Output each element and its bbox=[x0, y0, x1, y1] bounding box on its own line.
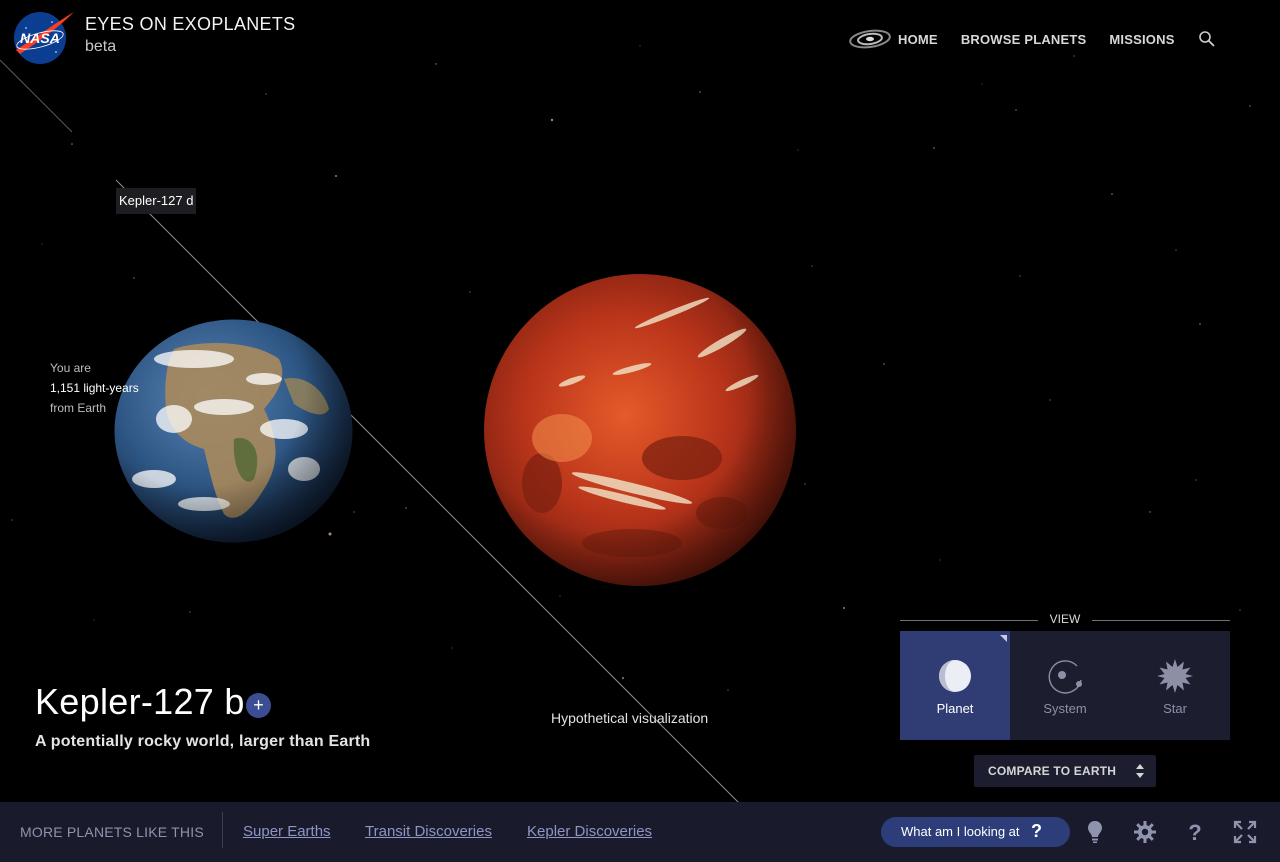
link-super-earths[interactable]: Super Earths bbox=[243, 823, 331, 840]
exoplanet-sphere[interactable] bbox=[482, 273, 798, 587]
planet-details-button[interactable]: + bbox=[246, 693, 271, 718]
distance-value: 1,151 light-years bbox=[50, 381, 139, 395]
view-option-star[interactable]: Star bbox=[1120, 631, 1230, 740]
view-option-planet[interactable]: Planet bbox=[900, 631, 1010, 740]
view-option-label: System bbox=[1043, 701, 1087, 716]
question-icon: ? bbox=[1031, 821, 1042, 841]
planet-description: A potentially rocky world, larger than E… bbox=[35, 733, 371, 750]
galaxy-icon[interactable] bbox=[848, 28, 892, 50]
fullscreen-icon[interactable] bbox=[1233, 820, 1257, 844]
view-heading: VIEW bbox=[900, 612, 1230, 628]
distance-line-1: You are bbox=[50, 361, 91, 375]
bottom-bar: MORE PLANETS LIKE THIS Super Earths Tran… bbox=[0, 802, 1280, 862]
view-option-label: Planet bbox=[936, 701, 974, 716]
app-title[interactable]: EYES ON EXOPLANETS bbox=[85, 14, 295, 35]
system-icon bbox=[1048, 660, 1082, 694]
nasa-logo[interactable]: NASA bbox=[12, 10, 74, 66]
link-transit-discoveries[interactable]: Transit Discoveries bbox=[365, 823, 492, 840]
distance-readout: You are 1,151 light-years from Earth bbox=[50, 358, 139, 418]
app-subtitle: beta bbox=[85, 38, 117, 55]
more-planets-label: MORE PLANETS LIKE THIS bbox=[20, 824, 204, 840]
gear-icon[interactable] bbox=[1133, 820, 1157, 844]
compare-label: COMPARE TO EARTH bbox=[988, 764, 1117, 778]
what-am-i-looking-at-button[interactable]: What am I looking at ? bbox=[881, 817, 1070, 847]
compare-to-earth-select[interactable]: COMPARE TO EARTH bbox=[974, 755, 1156, 787]
view-option-label: Star bbox=[1163, 701, 1187, 716]
nav-missions[interactable]: MISSIONS bbox=[1109, 32, 1174, 47]
top-nav: HOME BROWSE PLANETS MISSIONS bbox=[848, 28, 1216, 50]
help-icon[interactable]: ? bbox=[1183, 820, 1207, 844]
nav-home[interactable]: HOME bbox=[898, 32, 938, 47]
help-pill-label: What am I looking at bbox=[901, 824, 1020, 839]
nav-browse-planets[interactable]: BROWSE PLANETS bbox=[961, 32, 1087, 47]
orbit-planet-label[interactable]: Kepler-127 d bbox=[116, 188, 197, 214]
earth-sphere bbox=[114, 319, 353, 543]
link-kepler-discoveries[interactable]: Kepler Discoveries bbox=[527, 823, 652, 840]
planet-icon bbox=[939, 660, 971, 692]
corner-indicator bbox=[1000, 635, 1007, 642]
star-icon bbox=[1157, 659, 1193, 693]
view-selector: Planet System Star bbox=[900, 631, 1230, 740]
distance-line-3: from Earth bbox=[50, 401, 107, 415]
planet-name: Kepler-127 b bbox=[35, 681, 245, 722]
divider bbox=[222, 812, 223, 848]
sort-arrows-icon bbox=[1136, 764, 1144, 778]
lightbulb-icon[interactable] bbox=[1083, 820, 1107, 844]
visualization-caption: Hypothetical visualization bbox=[551, 710, 709, 726]
view-option-system[interactable]: System bbox=[1010, 631, 1120, 740]
svg-text:?: ? bbox=[1188, 820, 1201, 844]
search-icon[interactable] bbox=[1198, 30, 1216, 48]
